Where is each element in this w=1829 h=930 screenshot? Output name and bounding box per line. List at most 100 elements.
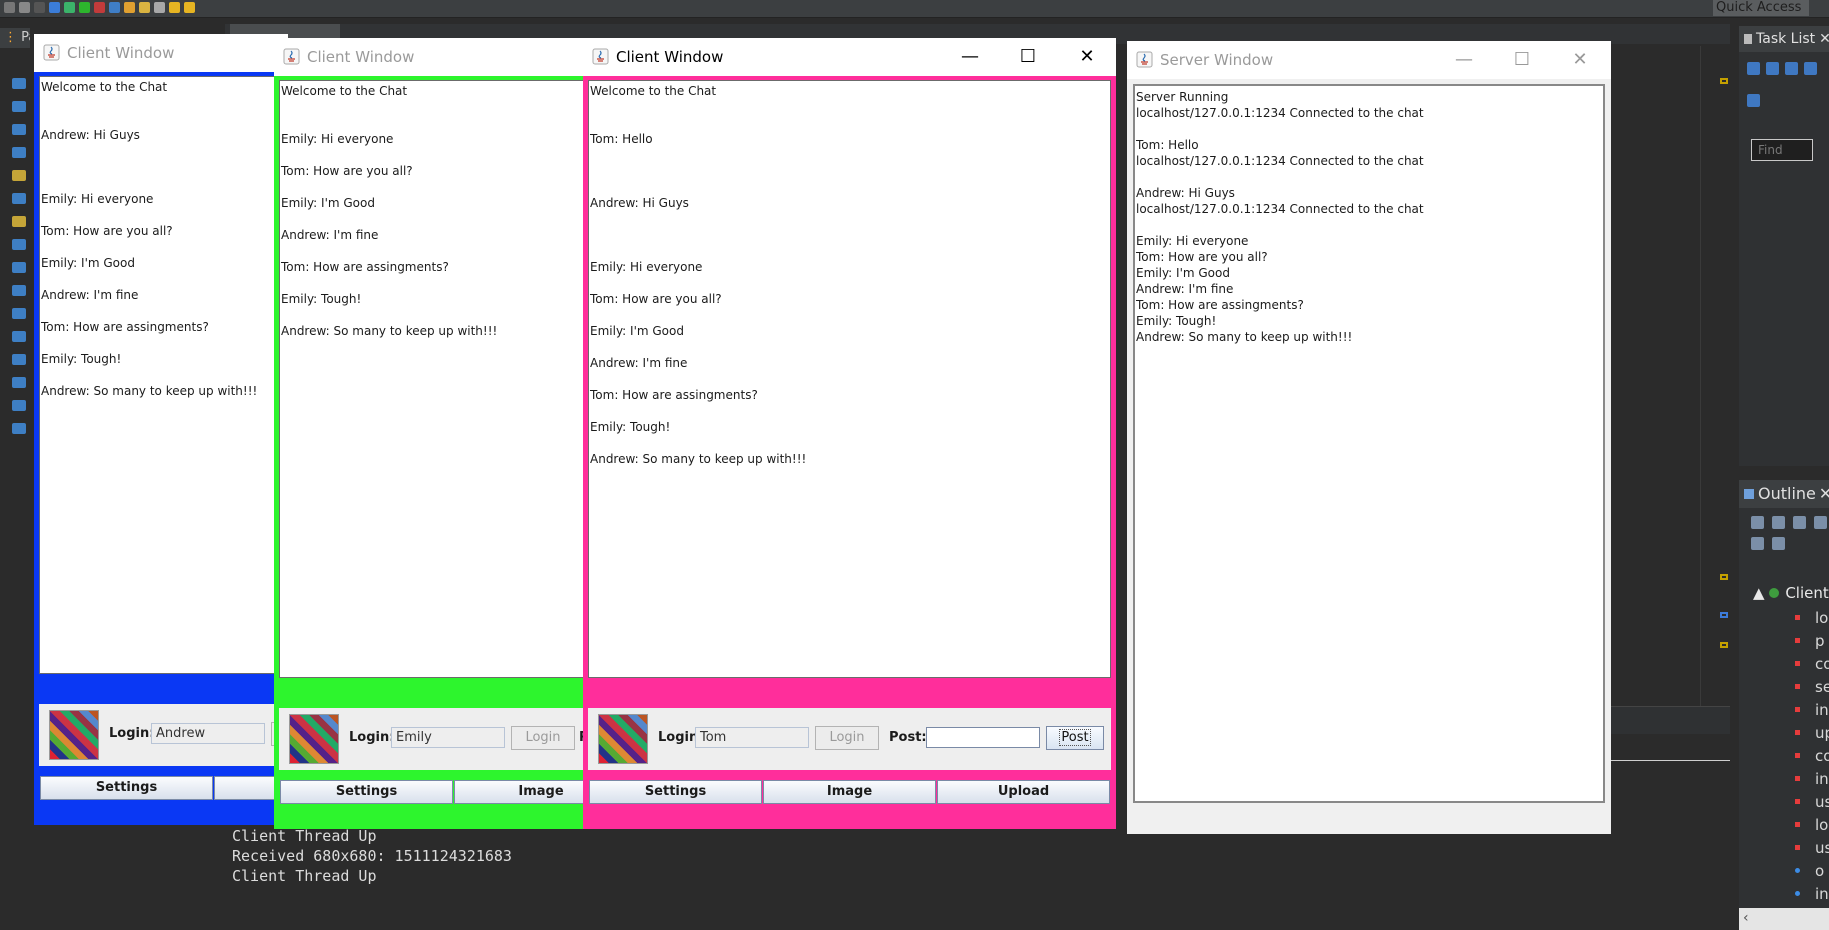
print-icon[interactable] [34, 2, 45, 13]
chat-transcript[interactable]: Welcome to the Chat Emily: Hi everyone Tom… [279, 80, 584, 678]
settings-button[interactable]: Settings [280, 780, 453, 804]
filter-icon[interactable] [1785, 62, 1798, 75]
minimize-button[interactable]: — [941, 38, 999, 76]
debug-icon[interactable] [64, 2, 75, 13]
hide-static-icon[interactable] [1793, 516, 1806, 529]
run-icon[interactable] [79, 2, 90, 13]
outline-member[interactable]: co [1795, 747, 1829, 770]
server-window-title: Server Window [1160, 51, 1274, 69]
server-title-bar[interactable]: Server Window — ☐ ✕ [1127, 41, 1611, 79]
folder-icon[interactable] [12, 147, 26, 158]
private-field-icon [1795, 776, 1800, 781]
settings-button[interactable]: Settings [40, 776, 213, 800]
back-icon[interactable] [169, 2, 180, 13]
save-all-icon[interactable] [19, 2, 30, 13]
close-icon[interactable]: ✕ [1819, 31, 1829, 47]
collapse-icon[interactable] [1747, 94, 1760, 107]
open-type-icon[interactable] [124, 2, 135, 13]
hide-fields-icon[interactable] [1772, 516, 1785, 529]
server-log-area[interactable]: Server Running localhost/127.0.0.1:1234 C… [1133, 84, 1605, 803]
outline-member[interactable]: up [1795, 724, 1829, 747]
login-field[interactable]: Tom [695, 727, 809, 748]
package-explorer-tab[interactable]: ⋮ Pac [0, 28, 30, 48]
chat-transcript[interactable]: Welcome to the Chat Andrew: Hi Guys Emily:… [39, 76, 288, 674]
task-list-tab[interactable]: Task List ✕ [1739, 26, 1829, 52]
project-icon[interactable] [12, 170, 26, 181]
scroll-left-icon[interactable]: ‹ [1743, 910, 1749, 926]
client-title-bar[interactable]: Client Window [34, 34, 288, 72]
avatar-image[interactable] [49, 710, 99, 760]
private-field-icon [1795, 730, 1800, 735]
login-field[interactable]: Emily [391, 727, 505, 748]
folder-icon[interactable] [12, 308, 26, 319]
upload-button[interactable]: Upload [937, 780, 1110, 804]
outline-member[interactable]: us [1795, 793, 1829, 816]
outline-member[interactable]: se [1795, 678, 1829, 701]
folder-icon[interactable] [12, 377, 26, 388]
image-button[interactable]: Image [763, 780, 936, 804]
post-input[interactable] [926, 727, 1040, 748]
new-icon[interactable] [49, 2, 60, 13]
save-icon[interactable] [4, 2, 15, 13]
outline-member[interactable]: in [1795, 770, 1829, 793]
new-task-icon[interactable] [1747, 62, 1760, 75]
folder-icon[interactable] [12, 423, 26, 434]
horizontal-scrollbar[interactable]: ‹ [1739, 908, 1829, 930]
outline-member[interactable]: us [1795, 839, 1829, 862]
hide-local-types-icon[interactable] [1751, 537, 1764, 550]
annotation-icon[interactable] [154, 2, 165, 13]
search-icon[interactable] [139, 2, 150, 13]
chat-transcript[interactable]: Welcome to the Chat Tom: Hello Andrew: Hi … [588, 80, 1111, 678]
minimize-button[interactable]: — [1435, 41, 1493, 79]
client-title-bar[interactable]: Client Window — ☐ ✕ [583, 38, 1116, 76]
settings-button[interactable]: Settings [589, 780, 762, 804]
folder-icon[interactable] [12, 193, 26, 204]
outline-tab[interactable]: Outline ✕ [1739, 480, 1829, 508]
folder-icon[interactable] [12, 101, 26, 112]
folder-icon[interactable] [12, 354, 26, 365]
ruler-marker[interactable] [1720, 612, 1728, 618]
quick-access-field[interactable]: Quick Access [1713, 0, 1809, 16]
forward-icon[interactable] [184, 2, 195, 13]
categorize-icon[interactable] [1766, 62, 1779, 75]
new-java-project-icon[interactable] [109, 2, 120, 13]
login-field[interactable]: Andrew [151, 723, 265, 744]
outline-member[interactable]: p [1795, 632, 1829, 655]
outline-member[interactable]: lo [1795, 609, 1829, 632]
close-icon[interactable]: ✕ [1819, 484, 1829, 503]
ruler-marker[interactable] [1720, 642, 1728, 648]
post-button[interactable]: Post [1046, 726, 1104, 750]
folder-icon[interactable] [12, 285, 26, 296]
login-button[interactable]: Login [511, 726, 575, 750]
folder-icon[interactable] [12, 331, 26, 342]
folder-icon[interactable] [12, 78, 26, 89]
focus-icon[interactable] [1804, 62, 1817, 75]
sort-icon[interactable] [1751, 516, 1764, 529]
external-tools-icon[interactable] [94, 2, 105, 13]
folder-icon[interactable] [12, 262, 26, 273]
maximize-button[interactable]: ☐ [999, 38, 1057, 76]
hide-nonpublic-icon[interactable] [1814, 516, 1827, 529]
maximize-button[interactable]: ☐ [1493, 41, 1551, 79]
outline-member[interactable]: in [1795, 701, 1829, 724]
view-menu-icon[interactable] [1772, 537, 1785, 550]
folder-icon[interactable] [12, 400, 26, 411]
outline-member[interactable]: co [1795, 655, 1829, 678]
outline-member[interactable]: in [1795, 885, 1829, 908]
project-icon[interactable] [12, 216, 26, 227]
close-button[interactable]: ✕ [1551, 41, 1609, 79]
outline-root-node[interactable]: ▲ Client [1753, 584, 1829, 602]
ruler-marker[interactable] [1720, 78, 1728, 84]
login-button[interactable]: Login [815, 726, 879, 750]
outline-member[interactable]: o [1795, 862, 1829, 885]
avatar-image[interactable] [289, 714, 339, 764]
client-title-bar[interactable]: Client Window [274, 38, 584, 76]
console-line: Client Thread Up [232, 867, 377, 885]
folder-icon[interactable] [12, 239, 26, 250]
close-button[interactable]: ✕ [1058, 38, 1116, 76]
ruler-marker[interactable] [1720, 574, 1728, 580]
find-field[interactable]: Find [1751, 139, 1813, 161]
avatar-image[interactable] [598, 714, 648, 764]
folder-icon[interactable] [12, 124, 26, 135]
outline-member[interactable]: lo [1795, 816, 1829, 839]
